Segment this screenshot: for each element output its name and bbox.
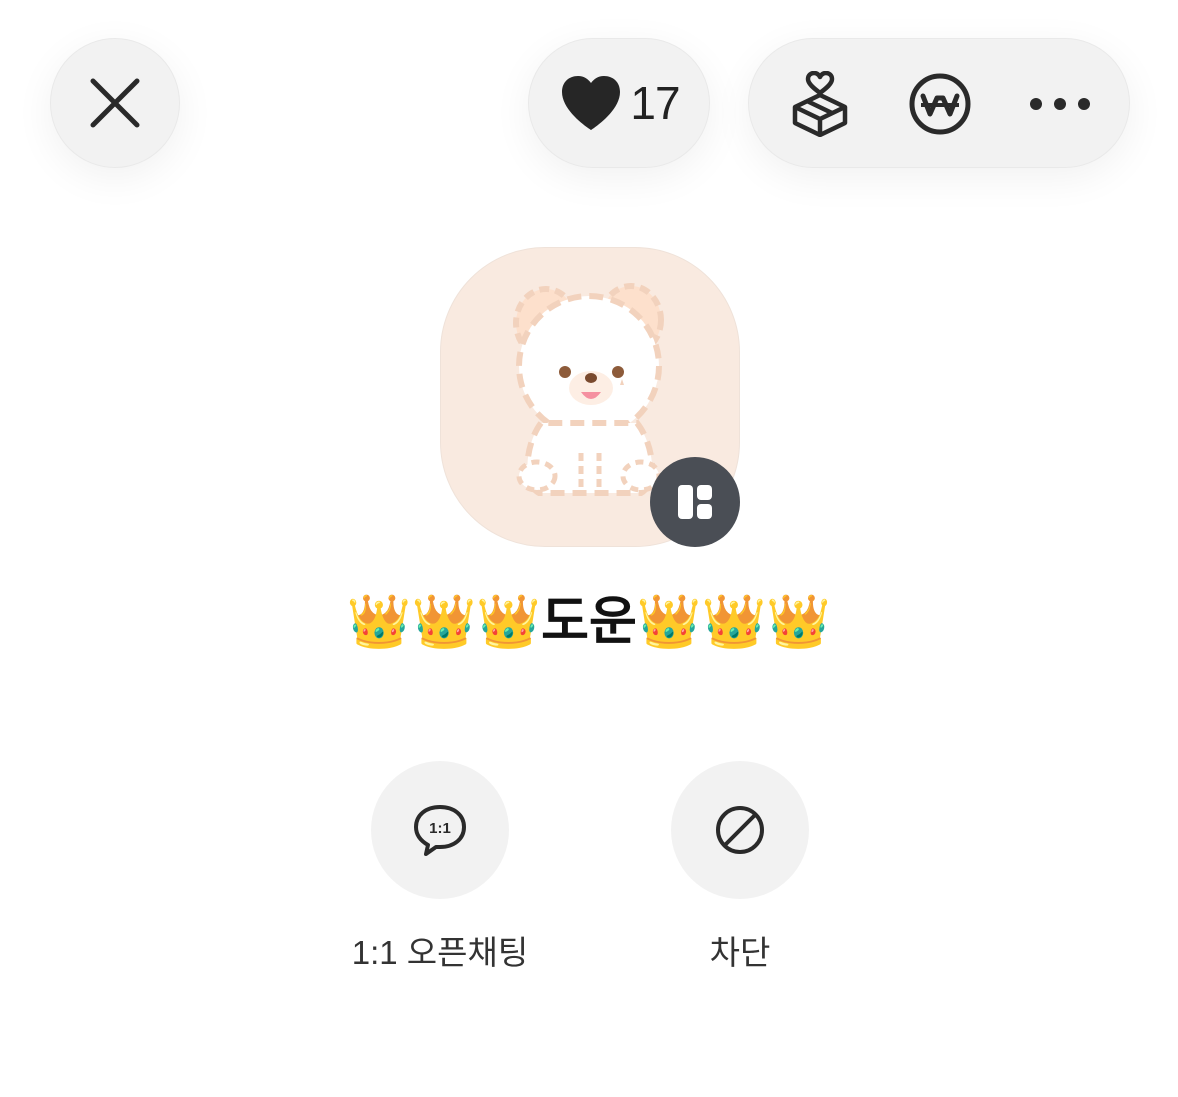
block-button[interactable] <box>671 761 809 899</box>
close-icon <box>90 78 140 128</box>
gift-box-heart-icon <box>792 71 848 137</box>
openchat-button[interactable]: 1:1 <box>371 761 509 899</box>
more-button[interactable] <box>1015 39 1105 169</box>
more-horizontal-icon <box>1030 98 1090 110</box>
profile-nickname: 👑👑👑도운👑👑👑 <box>346 593 832 651</box>
chat-1to1-icon: 1:1 <box>414 805 466 856</box>
payment-button[interactable] <box>895 39 985 169</box>
openchat-label: 1:1 오픈채팅 <box>351 934 529 971</box>
chat-1to1-icon-text: 1:1 <box>429 820 451 837</box>
gift-button[interactable] <box>775 39 865 169</box>
profile-switch-button[interactable] <box>650 457 740 547</box>
won-coin-icon <box>909 73 971 135</box>
avatar-container <box>440 247 740 547</box>
block-label: 차단 <box>709 934 771 971</box>
block-icon <box>716 806 764 854</box>
profile-switch-icon <box>678 485 712 519</box>
close-button[interactable] <box>50 38 180 168</box>
like-count: 17 <box>630 77 680 129</box>
header-actions <box>748 38 1130 168</box>
like-button[interactable]: 17 <box>528 38 710 168</box>
heart-icon <box>562 76 621 130</box>
